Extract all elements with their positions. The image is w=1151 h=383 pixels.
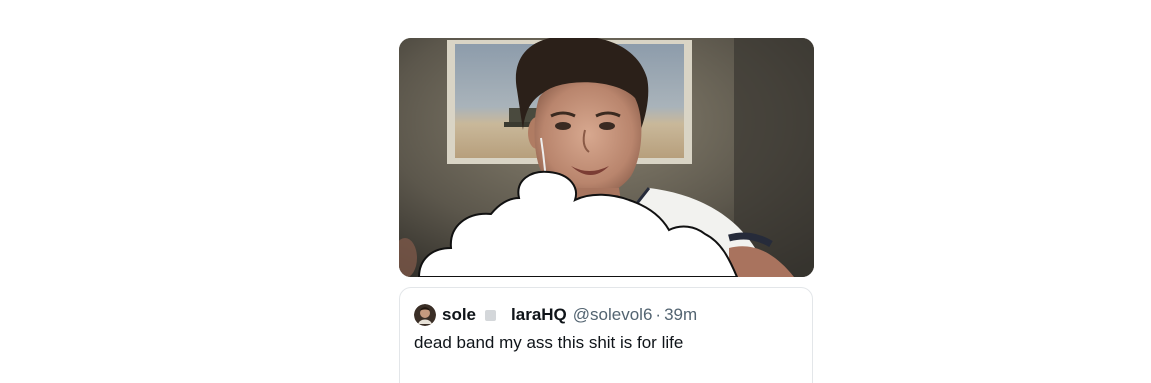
video-frame-image xyxy=(399,38,814,277)
quoted-post-text: dead band my ass this shit is for life xyxy=(414,333,684,352)
post-timestamp[interactable]: 39m xyxy=(664,305,697,325)
quoted-post-header: sole laraHQ @solevol6 · 39m xyxy=(414,302,697,328)
avatar-image xyxy=(414,304,436,326)
page: sole laraHQ @solevol6 · 39m dead band my… xyxy=(0,0,1151,383)
display-name[interactable]: sole xyxy=(442,305,476,325)
quoted-post[interactable]: sole laraHQ @solevol6 · 39m dead band my… xyxy=(399,287,813,383)
secondary-display-name: laraHQ xyxy=(511,305,567,324)
media-video[interactable] xyxy=(399,38,814,277)
user-handle[interactable]: @solevol6 xyxy=(573,305,653,325)
dot-separator: · xyxy=(655,305,662,324)
avatar[interactable] xyxy=(414,304,436,326)
square-badge-icon xyxy=(485,309,497,321)
